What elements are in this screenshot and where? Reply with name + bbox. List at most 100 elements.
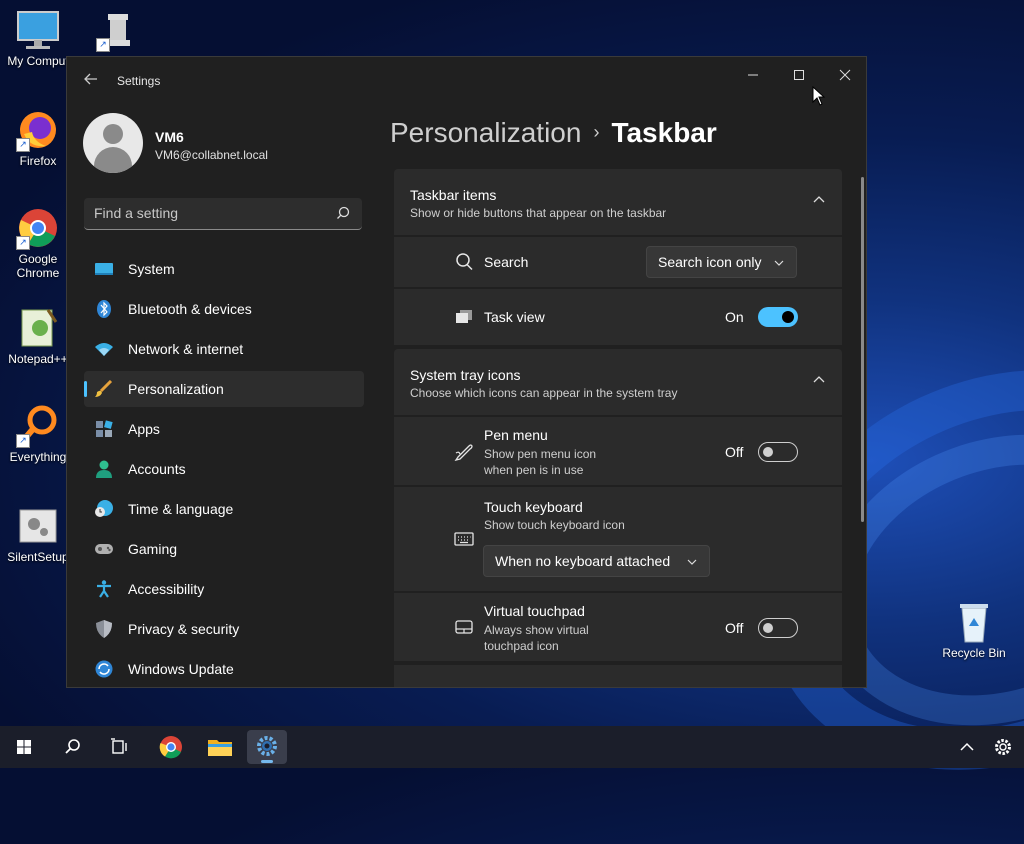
- sidebar-item-bluetooth[interactable]: Bluetooth & devices: [84, 291, 364, 327]
- profile-email: VM6@collabnet.local: [155, 148, 268, 162]
- shortcut-arrow-icon: ↗: [16, 236, 30, 250]
- desktop-icon-chrome[interactable]: ↗ Google Chrome: [0, 206, 76, 280]
- taskbar-tray-settings-button[interactable]: [988, 730, 1018, 764]
- folder-icon: [208, 740, 232, 756]
- brush-icon: [95, 380, 113, 397]
- sidebar-item-windows-update[interactable]: Windows Update: [84, 651, 364, 687]
- profile-name: VM6: [155, 129, 184, 145]
- sidebar-item-system[interactable]: System: [84, 251, 364, 287]
- chess-rook-icon: ↗: [96, 8, 140, 52]
- content-scrollbar[interactable]: [861, 177, 864, 522]
- system-icon: [95, 263, 113, 275]
- chevron-up-icon[interactable]: [812, 373, 826, 387]
- minimize-button[interactable]: [730, 61, 776, 91]
- setting-row-search: Search Search icon only: [394, 237, 842, 287]
- notepadpp-icon: [16, 306, 60, 350]
- firefox-icon: ↗: [16, 108, 60, 152]
- desktop-icon-rook[interactable]: ↗: [80, 8, 156, 54]
- apps-icon: [96, 420, 113, 437]
- section-title: System tray icons: [410, 367, 521, 383]
- maximize-icon: [794, 70, 804, 80]
- touch-keyboard-dropdown[interactable]: When no keyboard attached: [483, 545, 710, 577]
- dropdown-value: Search icon only: [658, 254, 762, 270]
- setting-row-touch-keyboard: Touch keyboard Show touch keyboard icon …: [394, 487, 842, 591]
- title-bar[interactable]: Settings: [67, 57, 866, 105]
- taskbar: [0, 726, 1024, 768]
- desktop-icon-label: Google Chrome: [16, 252, 60, 280]
- show-hidden-icons-button[interactable]: [955, 730, 979, 764]
- sidebar-item-accounts[interactable]: Accounts: [84, 451, 364, 487]
- gear-icon: [257, 736, 277, 756]
- touchpad-icon: [455, 620, 473, 634]
- everything-icon: ↗: [16, 404, 60, 448]
- sidebar-nav: System Bluetooth & devices Network & int…: [84, 251, 364, 687]
- close-button[interactable]: [822, 61, 866, 91]
- virtual-touchpad-toggle[interactable]: [758, 618, 798, 638]
- desktop-icon-everything[interactable]: ↗ Everything: [0, 404, 76, 464]
- setting-label: Virtual touchpad: [484, 603, 585, 619]
- chevron-down-icon: [687, 559, 697, 565]
- search-mode-dropdown[interactable]: Search icon only: [646, 246, 797, 278]
- desktop-icon-silentsetup[interactable]: SilentSetup: [0, 504, 76, 564]
- setting-description: Show pen menu icon: [484, 447, 597, 461]
- windows-logo-icon: [17, 740, 31, 754]
- breadcrumb-parent[interactable]: Personalization: [390, 117, 581, 148]
- back-button[interactable]: [83, 71, 103, 91]
- setting-description: touchpad icon: [484, 639, 559, 653]
- sidebar-item-privacy[interactable]: Privacy & security: [84, 611, 364, 647]
- minimize-icon: [748, 74, 758, 76]
- desktop-icon-label: Notepad++: [8, 352, 68, 366]
- breadcrumb-separator: ›: [593, 122, 600, 142]
- desktop-icon-label: Everything: [9, 450, 67, 464]
- desktop-icon-notepadpp[interactable]: Notepad++: [0, 306, 76, 366]
- desktop-icon-my-computer[interactable]: My Comput: [0, 8, 76, 68]
- bluetooth-icon: [97, 300, 111, 318]
- taskbar-chrome-button[interactable]: [151, 730, 191, 764]
- sidebar-item-label: Gaming: [128, 541, 178, 557]
- sidebar-item-time-language[interactable]: Time & language: [84, 491, 364, 527]
- chrome-icon: ↗: [16, 206, 60, 250]
- section-taskbar-items[interactable]: Taskbar items Show or hide buttons that …: [394, 169, 842, 235]
- settings-window: Settings VM6 VM6@collabnet.local System …: [66, 56, 867, 688]
- shortcut-arrow-icon: ↗: [16, 138, 30, 152]
- taskbar-search-button[interactable]: [52, 730, 92, 764]
- section-title: Taskbar items: [410, 187, 497, 203]
- desktop-icon-label: SilentSetup: [7, 550, 69, 564]
- window-title: Settings: [117, 74, 161, 88]
- setting-row-virtual-touchpad: Virtual touchpad Always show virtual tou…: [394, 593, 842, 661]
- taskbar-file-explorer-button[interactable]: [200, 730, 240, 764]
- sidebar-item-personalization[interactable]: Personalization: [84, 371, 364, 407]
- chevron-up-icon[interactable]: [812, 193, 826, 207]
- sidebar-item-gaming[interactable]: Gaming: [84, 531, 364, 567]
- setting-row-task-view: Task view On: [394, 289, 842, 345]
- section-system-tray[interactable]: System tray icons Choose which icons can…: [394, 349, 842, 415]
- task-view-button[interactable]: [99, 730, 139, 764]
- cursor-arrow-icon: [812, 85, 826, 106]
- task-view-toggle[interactable]: [758, 307, 798, 327]
- taskbar-settings-button[interactable]: [247, 730, 287, 764]
- gamepad-icon: [95, 544, 113, 554]
- setting-description: Show touch keyboard icon: [484, 518, 625, 532]
- section-subtitle: Choose which icons can appear in the sys…: [410, 386, 678, 400]
- chevron-up-icon: [960, 742, 974, 751]
- setting-description: Always show virtual: [484, 623, 589, 637]
- close-icon: [839, 69, 851, 81]
- sidebar-item-network[interactable]: Network & internet: [84, 331, 364, 367]
- search-icon[interactable]: [336, 206, 350, 220]
- chrome-icon: [159, 736, 182, 759]
- search-box[interactable]: [84, 198, 362, 230]
- desktop-icon-recycle-bin[interactable]: Recycle Bin: [936, 600, 1012, 660]
- sidebar-item-label: Bluetooth & devices: [128, 301, 252, 317]
- desktop-icon-label: Recycle Bin: [942, 646, 1006, 660]
- accessibility-icon: [97, 580, 111, 598]
- section-next-collapsed[interactable]: [394, 665, 842, 687]
- sidebar-item-apps[interactable]: Apps: [84, 411, 364, 447]
- sidebar-item-accessibility[interactable]: Accessibility: [84, 571, 364, 607]
- desktop-icon-firefox[interactable]: ↗ Firefox: [0, 108, 76, 168]
- start-button[interactable]: [4, 730, 44, 764]
- page-title: Taskbar: [611, 117, 717, 148]
- search-input[interactable]: [94, 204, 324, 222]
- pen-menu-toggle[interactable]: [758, 442, 798, 462]
- setting-label: Pen menu: [484, 427, 548, 443]
- avatar: [83, 113, 143, 173]
